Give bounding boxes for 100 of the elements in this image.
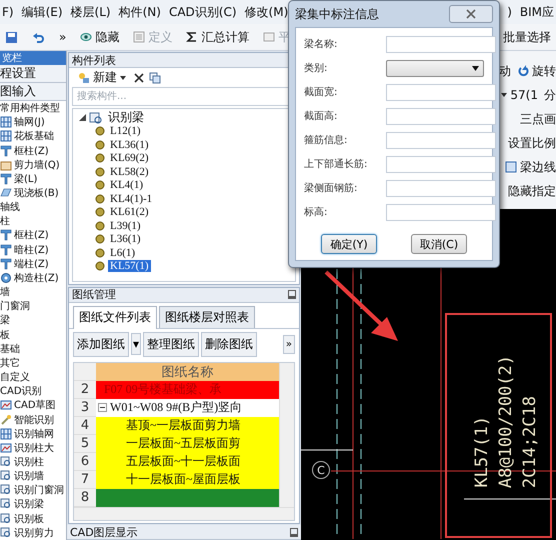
- tree-item[interactable]: KL4(1): [108, 179, 145, 192]
- toolbar-button[interactable]: 删除图纸: [201, 332, 258, 356]
- tree-item[interactable]: 识别轴网: [14, 426, 54, 441]
- tree-item[interactable]: KL58(2): [108, 166, 150, 178]
- table-row[interactable]: 五层板面~十一层板面: [96, 452, 279, 470]
- toolbar-button[interactable]: 设置比例: [508, 131, 556, 155]
- column-icon: [0, 172, 12, 185]
- category-select[interactable]: [386, 60, 484, 76]
- toolbar-button[interactable]: 57(1: [501, 83, 538, 107]
- tree-item[interactable]: CAD草图: [14, 398, 56, 412]
- tab[interactable]: 图纸文件列表: [73, 306, 157, 328]
- tree-item[interactable]: 暗柱(Z): [14, 242, 49, 257]
- tree-item[interactable]: 识别柱大: [14, 440, 54, 455]
- toolbar-button[interactable]: 分: [544, 83, 556, 107]
- menu-item[interactable]: 楼层(L): [70, 4, 111, 20]
- column-icon: [0, 229, 12, 242]
- more-button[interactable]: »: [282, 334, 295, 354]
- pin-icon[interactable]: [290, 528, 298, 536]
- new-button[interactable]: 新建: [75, 66, 129, 88]
- toolbar-button[interactable]: 隐藏: [77, 26, 122, 48]
- toolbar-button[interactable]: 批量选择: [500, 26, 554, 48]
- tree-item[interactable]: 自定义: [0, 370, 30, 384]
- beam-annotation: KL57(1): [474, 416, 491, 488]
- table-row[interactable]: W01~W08 9#(B户型)竖向: [96, 398, 279, 416]
- tree-item[interactable]: 梁: [0, 313, 10, 328]
- input-field[interactable]: [386, 108, 496, 124]
- toolbar-button[interactable]: 整理图纸: [143, 332, 200, 356]
- tree-item[interactable]: 轴网(J): [14, 115, 45, 130]
- tree-item[interactable]: CAD识别: [0, 384, 42, 398]
- toolbar-button[interactable]: 隐藏指定: [508, 179, 556, 203]
- tree-item[interactable]: 墙: [0, 285, 10, 300]
- toolbar-button[interactable]: 动: [499, 59, 511, 83]
- tree-item[interactable]: KL36(1): [108, 138, 150, 151]
- input-field[interactable]: [386, 36, 496, 52]
- table-row[interactable]: 十一层板面~屋面层板: [96, 470, 279, 488]
- toolbar-button[interactable]: »: [56, 26, 70, 48]
- toolbar-button[interactable]: 三点画: [520, 107, 556, 131]
- dialog-button[interactable]: 取消(C): [411, 234, 467, 254]
- nav-section[interactable]: 程设置: [0, 65, 66, 83]
- menu-item[interactable]: F): [2, 5, 14, 19]
- tree-item[interactable]: 现浇板(B): [14, 186, 59, 200]
- menu-item[interactable]: 修改(M): [244, 4, 288, 20]
- close-button[interactable]: [449, 5, 493, 23]
- tree-item[interactable]: 其它: [0, 356, 20, 370]
- tree-item[interactable]: 花板基础: [14, 129, 54, 144]
- tree-item[interactable]: 常用构件类型: [0, 101, 60, 116]
- nav-section[interactable]: 图输入: [0, 83, 66, 101]
- menu-item[interactable]: CAD识别(C): [168, 4, 237, 20]
- tree-item[interactable]: 基础: [0, 342, 20, 356]
- tree-item[interactable]: 柱: [0, 214, 10, 228]
- tree-item[interactable]: 剪力墙(Q): [14, 158, 60, 172]
- tree-item[interactable]: 门窗洞: [0, 299, 30, 314]
- tree-item[interactable]: 框柱(Z): [14, 144, 49, 158]
- input-field[interactable]: [386, 204, 496, 220]
- tree-item[interactable]: KL61(2): [108, 206, 150, 218]
- tree-item[interactable]: L36(1): [108, 233, 143, 246]
- table-row[interactable]: 一层板面~五层板面剪: [96, 434, 279, 452]
- toolbar-button[interactable]: 旋转: [517, 59, 556, 83]
- tree-item[interactable]: 智能识别: [14, 412, 54, 427]
- tab[interactable]: 图纸楼层对照表: [159, 306, 255, 328]
- tree-item[interactable]: KL4(1)-1: [108, 192, 154, 205]
- expand-toggle-icon[interactable]: [79, 114, 86, 122]
- menu-item[interactable]: 编辑(E): [22, 4, 63, 20]
- tree-item[interactable]: KL69(2): [108, 152, 150, 164]
- toolbar-button[interactable]: 汇总计算: [183, 26, 252, 48]
- tree-item[interactable]: L12(1): [108, 125, 143, 138]
- input-field[interactable]: [386, 132, 496, 148]
- tree-item[interactable]: 识别墙: [14, 469, 44, 484]
- tree-item[interactable]: 轴线: [0, 200, 20, 214]
- field-label: 截面宽:: [304, 86, 338, 99]
- toolbar-button[interactable]: 添加图纸: [73, 332, 129, 356]
- tree-item[interactable]: 识别门窗洞: [14, 483, 64, 498]
- dropdown-button[interactable]: ▾: [131, 333, 142, 355]
- tree-item[interactable]: 识别梁: [14, 497, 44, 512]
- scrollbar[interactable]: [279, 362, 294, 506]
- menu-item[interactable]: BIM应: [520, 4, 554, 20]
- input-field[interactable]: [386, 84, 496, 100]
- input-field[interactable]: [386, 180, 496, 196]
- tree-item[interactable]: 端柱(Z): [14, 256, 49, 271]
- table-row[interactable]: [96, 488, 279, 506]
- pin-icon[interactable]: [288, 290, 296, 299]
- tree-item[interactable]: 识别剪力: [14, 526, 54, 540]
- tree-item[interactable]: 构造柱(Z): [14, 270, 59, 285]
- menu-item[interactable]: 构件(N): [118, 4, 161, 20]
- input-field[interactable]: [386, 156, 496, 172]
- toolbar-button[interactable]: 梁边线: [505, 155, 556, 179]
- tree-item[interactable]: 梁(L): [14, 172, 38, 186]
- menu-item[interactable]: ): [507, 5, 512, 19]
- dialog-button[interactable]: 确定(Y): [321, 234, 377, 254]
- tree-item[interactable]: 框柱(Z): [14, 228, 49, 242]
- collapse-toggle-icon[interactable]: [98, 403, 107, 412]
- tree-item[interactable]: 识别板: [14, 512, 44, 526]
- tree-item[interactable]: 识别柱: [14, 454, 44, 469]
- table-row[interactable]: 基顶~一层板面剪力墙: [96, 416, 279, 434]
- tree-item[interactable]: L39(1): [108, 220, 143, 232]
- tree-item[interactable]: 板: [0, 328, 10, 342]
- tree-item[interactable]: KL57(1): [108, 260, 150, 272]
- tree-item[interactable]: 识别梁: [106, 109, 146, 126]
- tree-item[interactable]: L6(1): [108, 246, 138, 259]
- scrollbar[interactable]: [74, 506, 294, 520]
